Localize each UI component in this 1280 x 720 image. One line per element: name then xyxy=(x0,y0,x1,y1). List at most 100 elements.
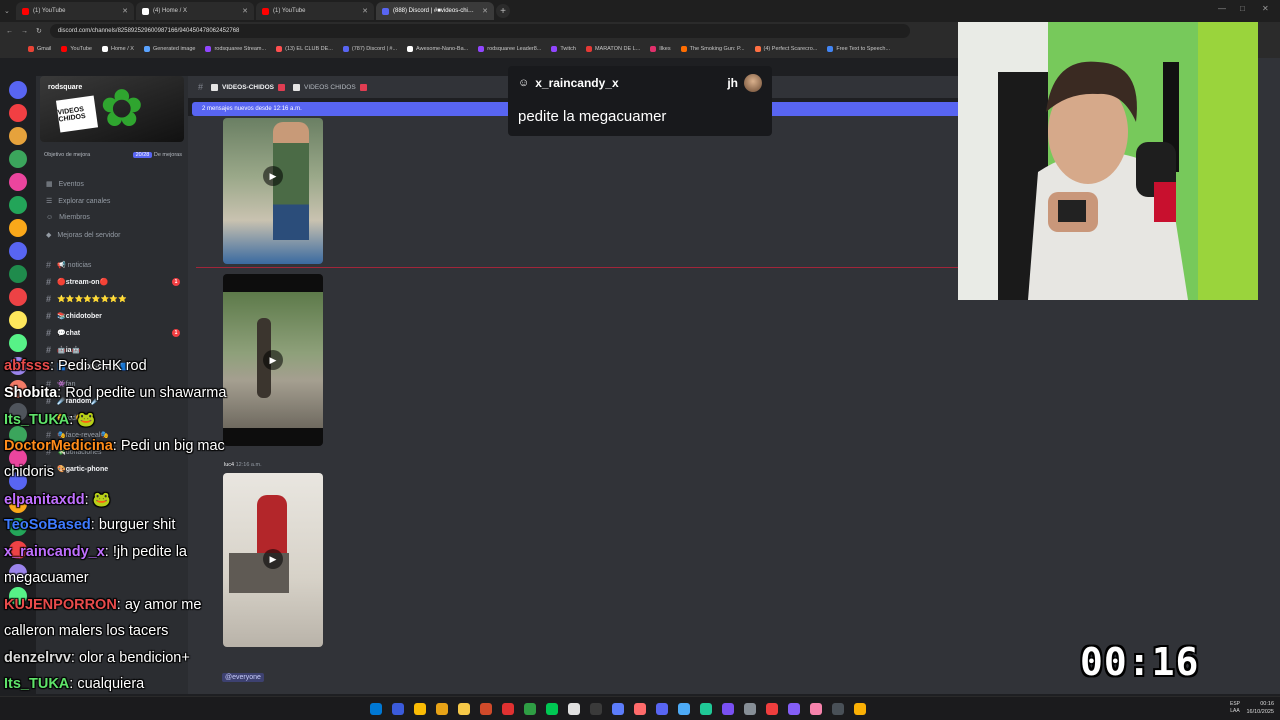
taskbar-app-icon[interactable] xyxy=(568,703,580,715)
taskbar-app-icon[interactable] xyxy=(480,703,492,715)
server-icon[interactable] xyxy=(9,150,27,168)
taskbar-app-icon[interactable] xyxy=(810,703,822,715)
taskbar-app-icon[interactable] xyxy=(722,703,734,715)
server-icon[interactable] xyxy=(9,242,27,260)
bookmark-favicon-icon xyxy=(827,46,834,52)
youtube-icon xyxy=(262,7,269,15)
taskbar-app-icon[interactable] xyxy=(854,703,866,715)
back-icon[interactable]: ← xyxy=(6,28,13,35)
stream-chat-line: megacuamer xyxy=(4,570,89,586)
taskbar-app-icon[interactable] xyxy=(678,703,690,715)
channel-item[interactable]: # 💬chat 1 xyxy=(46,328,186,338)
taskbar-app-icon[interactable] xyxy=(788,703,800,715)
taskbar-app-icon[interactable] xyxy=(392,703,404,715)
taskbar-app-icon[interactable] xyxy=(700,703,712,715)
tab-youtube-2[interactable]: (1) YouTube ✕ xyxy=(256,2,374,20)
taskbar-app-icon[interactable] xyxy=(744,703,756,715)
server-icon[interactable] xyxy=(9,219,27,237)
bookmark-favicon-icon xyxy=(407,46,414,52)
tab-search-icon[interactable]: ⌄ xyxy=(4,7,14,15)
tab-discord[interactable]: (888) Discord | #■videos-chi… ✕ xyxy=(376,2,494,20)
header-channel-2[interactable]: VIDEOS CHIDOS xyxy=(293,83,367,91)
server-icon[interactable] xyxy=(9,127,27,145)
bookmark-item[interactable]: (787) Discord | #... xyxy=(342,46,397,52)
taskbar-app-icon[interactable] xyxy=(766,703,778,715)
video-attachment[interactable]: ▶ xyxy=(223,118,323,264)
server-icon[interactable] xyxy=(9,173,27,191)
taskbar-app-icon[interactable] xyxy=(634,703,646,715)
stream-chat-line: calleron malers los tacers xyxy=(4,623,168,639)
taskbar-app-icon[interactable] xyxy=(656,703,668,715)
bookmark-item[interactable]: Ilkes xyxy=(650,46,671,52)
clock[interactable]: 00:16 16/10/2025 xyxy=(1246,700,1274,716)
channel-item[interactable]: # 📚chidotober xyxy=(46,311,186,321)
taskbar-app-icon[interactable] xyxy=(546,703,558,715)
close-tab-icon[interactable]: ✕ xyxy=(482,7,488,15)
hash-icon: # xyxy=(46,345,52,355)
taskbar-app-icon[interactable] xyxy=(612,703,624,715)
close-tab-icon[interactable]: ✕ xyxy=(122,7,128,15)
bookmark-item[interactable]: Generated image xyxy=(143,46,196,52)
minimize-icon[interactable]: — xyxy=(1218,4,1226,13)
server-banner[interactable]: ✿ VIDEOS CHIDOS rodsquare xyxy=(40,76,184,142)
taskbar-app-icon[interactable] xyxy=(832,703,844,715)
menu-events[interactable]: ▦ Eventos xyxy=(46,180,84,189)
language-indicator[interactable]: ESP LAA xyxy=(1230,701,1240,715)
bookmark-item[interactable]: (13) EL CLUB DE... xyxy=(276,46,333,52)
taskbar-app-icon[interactable] xyxy=(590,703,602,715)
server-icon[interactable] xyxy=(9,311,27,329)
bookmark-label: Awesome-Nano-Ba... xyxy=(416,46,469,52)
taskbar-app-icon[interactable] xyxy=(414,703,426,715)
bookmark-item[interactable]: MARATON DE L... xyxy=(585,46,640,52)
server-icon[interactable] xyxy=(9,265,27,283)
bookmark-item[interactable]: YouTube xyxy=(61,46,92,52)
forward-icon[interactable]: → xyxy=(21,28,28,35)
boost-goal[interactable]: Objetivo de mejora 20/28 De mejoras xyxy=(44,152,182,158)
menu-members[interactable]: ☺ Miembros xyxy=(46,214,90,221)
boost-icon: ◆ xyxy=(46,232,52,239)
bookmark-favicon-icon xyxy=(61,46,68,52)
channel-item[interactable]: # 📢 noticias xyxy=(46,260,186,270)
menu-browse-channels[interactable]: ☰ Explorar canales xyxy=(46,197,110,206)
taskbar-app-icon[interactable] xyxy=(502,703,514,715)
new-tab-button[interactable]: + xyxy=(496,4,510,18)
url-input[interactable]: discord.com/channels/825892529600987166/… xyxy=(49,24,910,38)
bookmark-item[interactable]: Free Text to Speech... xyxy=(827,46,890,52)
taskbar-app-icon[interactable] xyxy=(436,703,448,715)
close-tab-icon[interactable]: ✕ xyxy=(242,7,248,15)
bookmark-item[interactable]: The Smoking Gun: P... xyxy=(680,46,745,52)
server-icon[interactable] xyxy=(9,81,27,99)
tab-x[interactable]: (4) Home / X ✕ xyxy=(136,2,254,20)
stream-chat-line: Its_TUKA: cualquiera xyxy=(4,676,144,692)
channel-item[interactable]: # 🤖ia🤖 xyxy=(46,345,186,355)
taskbar-app-icon[interactable] xyxy=(370,703,382,715)
taskbar-app-icon[interactable] xyxy=(524,703,536,715)
menu-server-boosts[interactable]: ◆ Mejoras del servidor xyxy=(46,231,120,240)
channel-item[interactable]: # ⭐⭐⭐⭐⭐⭐⭐⭐ xyxy=(46,294,186,304)
bookmark-item[interactable]: (4) Perfect Scarecro... xyxy=(754,46,817,52)
server-icon[interactable] xyxy=(9,196,27,214)
server-icon[interactable] xyxy=(9,288,27,306)
channel-item[interactable]: # 🔴stream-on🔴 1 xyxy=(46,277,186,287)
bookmark-item[interactable]: Gmail xyxy=(28,46,51,52)
stream-chat-line: abfsss: Pedi CHK rod xyxy=(4,358,147,374)
taskbar-app-icon[interactable] xyxy=(458,703,470,715)
bookmark-favicon-icon xyxy=(478,46,485,52)
bookmark-item[interactable]: rodsquaree Stream... xyxy=(205,46,266,52)
server-icon[interactable] xyxy=(9,104,27,122)
bookmark-item[interactable]: Awesome-Nano-Ba... xyxy=(407,46,468,52)
reload-icon[interactable]: ↻ xyxy=(36,27,42,35)
bookmark-item[interactable]: Home / X xyxy=(102,46,134,52)
maximize-icon[interactable]: □ xyxy=(1240,4,1245,13)
play-icon[interactable]: ▶ xyxy=(263,166,283,186)
hash-icon: # xyxy=(46,311,52,321)
close-window-icon[interactable]: ✕ xyxy=(1262,4,1269,13)
bookmark-item[interactable]: rodsquaree Leader8... xyxy=(478,46,541,52)
tab-youtube-1[interactable]: (1) YouTube ✕ xyxy=(16,2,134,20)
header-channel-1[interactable]: VIDEOS-CHIDOS xyxy=(211,83,286,91)
chat-username: KUJENPORRON xyxy=(4,596,117,613)
bookmark-label: Generated image xyxy=(152,46,196,52)
bookmark-item[interactable]: Twitch xyxy=(551,46,576,52)
close-tab-icon[interactable]: ✕ xyxy=(362,7,368,15)
server-icon[interactable] xyxy=(9,334,27,352)
